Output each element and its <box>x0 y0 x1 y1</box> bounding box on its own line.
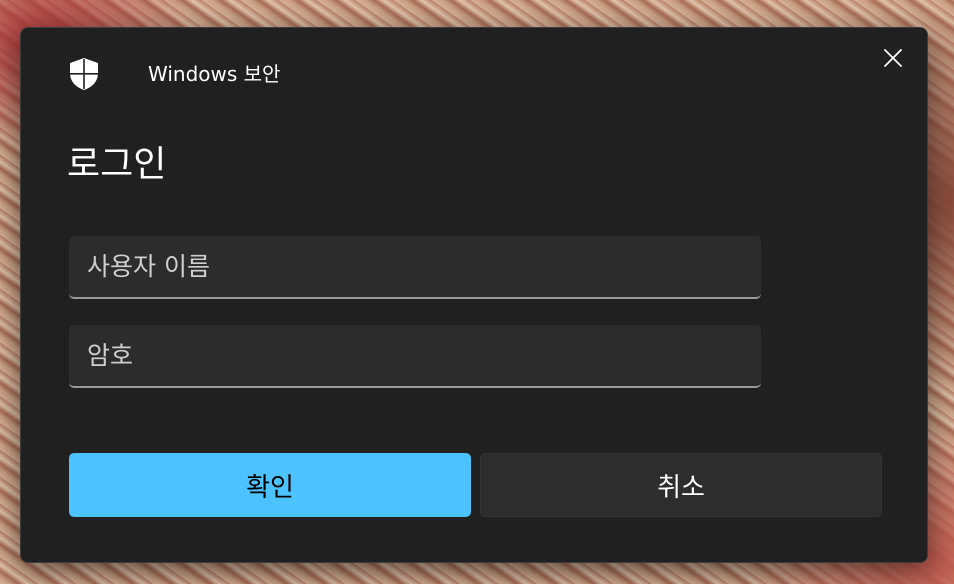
ok-button[interactable]: 확인 <box>69 453 471 517</box>
close-button[interactable] <box>877 44 909 76</box>
cancel-button[interactable]: 취소 <box>480 453 882 517</box>
app-title: Windows 보안 <box>148 62 281 86</box>
cancel-button-label: 취소 <box>657 472 705 503</box>
close-icon <box>883 48 903 72</box>
username-field[interactable] <box>69 236 761 299</box>
shield-icon <box>68 57 100 91</box>
dialog-heading: 로그인 <box>67 144 167 185</box>
ok-button-label: 확인 <box>246 472 294 503</box>
windows-security-dialog: Windows 보안 로그인 확인 취소 <box>20 27 928 563</box>
password-field[interactable] <box>69 325 761 388</box>
